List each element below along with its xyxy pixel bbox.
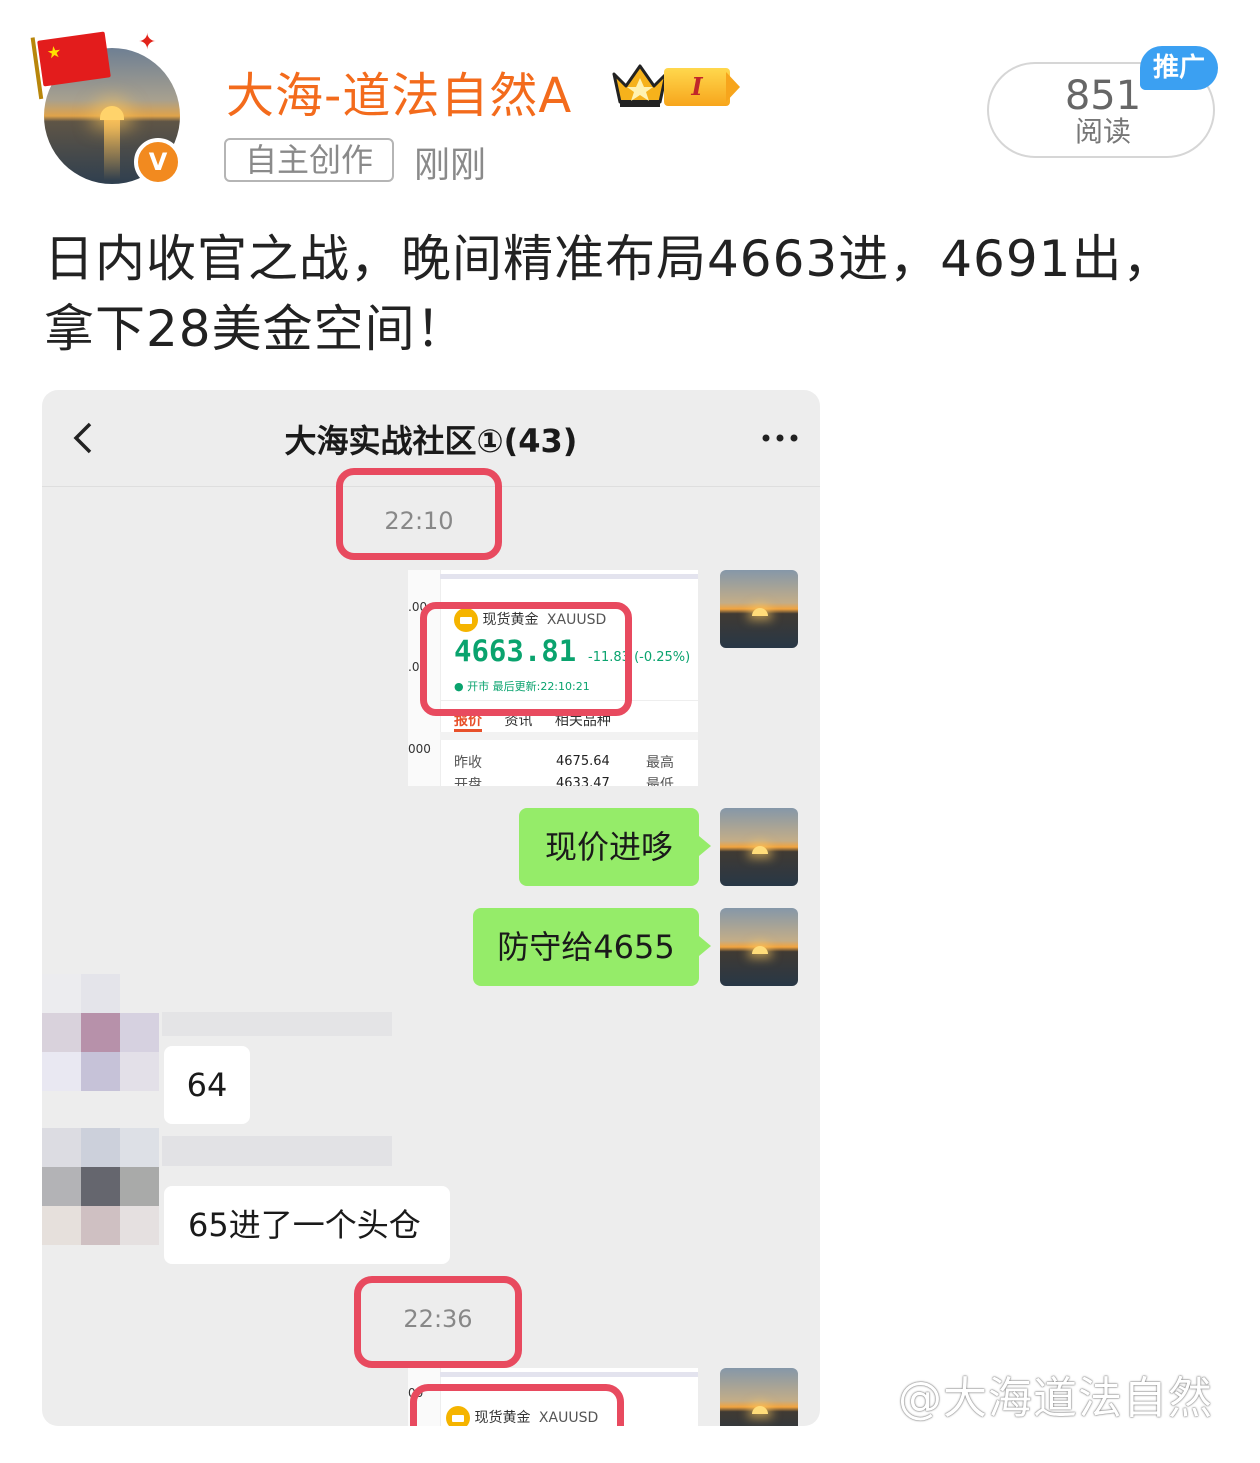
original-tag: 自主创作 [224, 138, 394, 182]
more-options-icon [762, 434, 798, 442]
message-bubble[interactable]: 现价进哆 [519, 808, 711, 886]
promote-button[interactable]: 推广 [1140, 46, 1218, 90]
sender-avatar[interactable] [720, 908, 798, 986]
low-label: 最低 [646, 777, 674, 786]
sender-avatar[interactable] [720, 808, 798, 886]
timestamp-highlight-box: 22:10 [336, 468, 502, 560]
message-bubble[interactable]: 65进了一个头仓 [164, 1186, 450, 1264]
prev-close-label: 昨收 [454, 755, 482, 771]
prev-close-value: 4675.64 [556, 754, 610, 769]
axis-label: 000 [408, 742, 431, 756]
rank-badge: I [664, 68, 742, 106]
headline-line-2: 拿下28美金空间！ [44, 300, 467, 358]
price-highlight-box [420, 602, 632, 716]
rank-badge-label: I [691, 72, 703, 101]
price-highlight-box [410, 1384, 624, 1426]
timestamp-highlight-box: 22:36 [354, 1276, 522, 1368]
blurred-nickname [162, 1012, 392, 1036]
blurred-avatar [42, 1128, 159, 1245]
crown-icon [612, 64, 668, 107]
chat-timestamp: 22:10 [384, 507, 454, 535]
chat-title: 大海实战社区①(43) [284, 422, 578, 460]
message-bubble[interactable]: 防守给4655 [473, 908, 711, 986]
blurred-nickname [162, 1136, 392, 1166]
china-flag-icon: ★ [30, 31, 111, 100]
chat-timestamp: 22:36 [403, 1305, 473, 1333]
reads-label: 阅读 [1074, 115, 1131, 148]
chat-screenshot-image[interactable]: 大海实战社区①(43) 22:10 .00 .00 000 现货黄金 XAUUS… [42, 390, 820, 1426]
message-bubble[interactable]: 64 [164, 1046, 250, 1124]
open-value: 4633.47 [556, 776, 610, 786]
post-headline: 日内收官之战，晚间精准布局4663进，4691出， 拿下28美金空间！ [44, 224, 1224, 364]
author-name[interactable]: 大海-道法自然A [226, 56, 572, 126]
open-label: 开盘 [454, 777, 482, 786]
verified-v-icon: V [134, 138, 182, 186]
sender-avatar[interactable] [720, 570, 798, 648]
post-time: 刚刚 [414, 145, 487, 186]
bird-decoration-icon: ✦ [138, 30, 157, 55]
blurred-avatar [42, 974, 159, 1091]
price-change-pct: (-0.25%) [634, 650, 691, 665]
watermark: @大海道法自然 [898, 1373, 1213, 1424]
high-label: 最高 [646, 755, 674, 771]
sender-avatar[interactable] [720, 1368, 798, 1426]
headline-line-1: 日内收官之战，晚间精准布局4663进，4691出， [44, 230, 1174, 288]
